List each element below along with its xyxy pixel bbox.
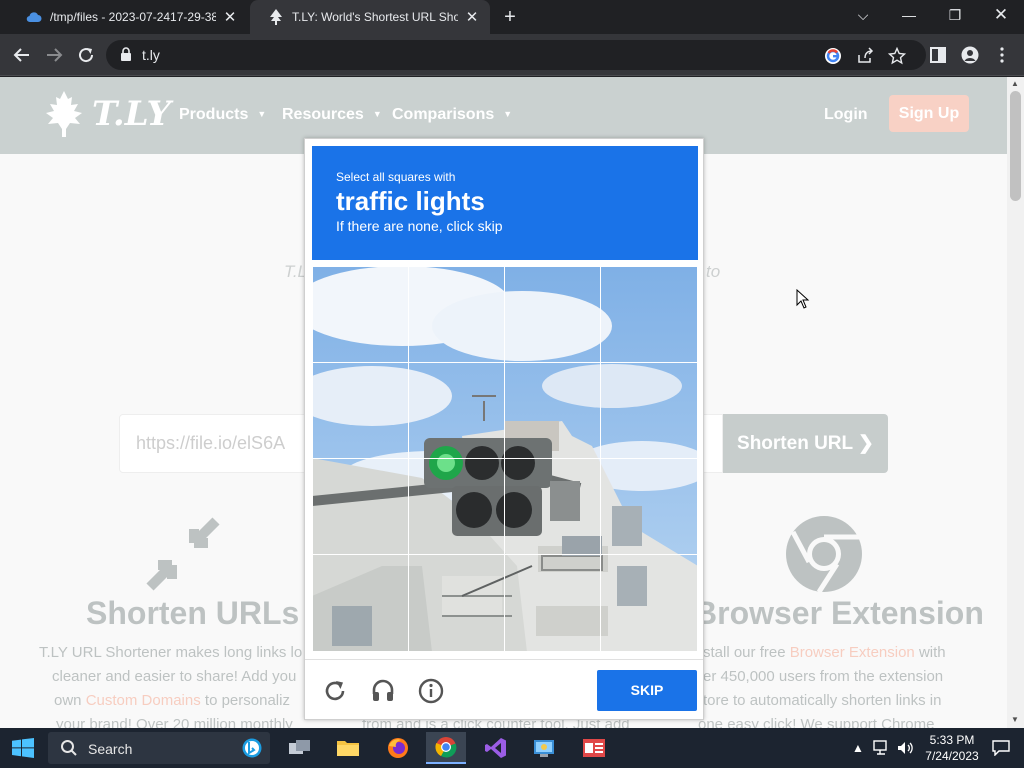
info-icon[interactable]	[417, 677, 445, 705]
lock-icon[interactable]	[120, 47, 132, 66]
captcha-tile[interactable]	[600, 458, 698, 555]
captcha-footer: SKIP	[305, 659, 703, 719]
share-icon[interactable]	[856, 47, 874, 65]
clock-date: 7/24/2023	[925, 749, 979, 763]
captcha-tile[interactable]	[504, 362, 601, 459]
captcha-tile[interactable]	[504, 266, 601, 363]
firefox-icon[interactable]	[378, 732, 418, 764]
volume-icon[interactable]	[896, 728, 916, 768]
chrome-taskbar-icon[interactable]	[426, 732, 466, 764]
back-button[interactable]	[10, 43, 34, 67]
scroll-up-icon[interactable]: ▲	[1011, 79, 1019, 88]
cloud-icon	[26, 9, 42, 25]
menu-kebab-icon[interactable]	[990, 43, 1014, 67]
captcha-instruction: Select all squares with	[336, 170, 456, 184]
restore-button[interactable]: ❐	[932, 0, 978, 30]
news-icon[interactable]	[574, 732, 614, 764]
captcha-tile[interactable]	[504, 458, 601, 555]
minimize-button[interactable]: —	[886, 0, 932, 30]
url-text[interactable]: t.ly	[142, 47, 160, 63]
captcha-tile[interactable]	[408, 458, 505, 555]
search-label: Search	[88, 741, 133, 757]
captcha-challenge: Select all squares with traffic lights I…	[304, 138, 704, 720]
visual-studio-icon[interactable]	[476, 732, 516, 764]
notifications-icon[interactable]	[990, 728, 1012, 768]
google-icon[interactable]	[824, 47, 842, 65]
captcha-tile[interactable]	[408, 554, 505, 652]
taskbar-search[interactable]: Search	[48, 732, 270, 764]
mouse-cursor-icon	[796, 289, 810, 309]
captcha-tile[interactable]	[600, 362, 698, 459]
tab-title: /tmp/files - 2023-07-2417-29-38	[50, 10, 216, 24]
system-clock[interactable]: 5:33 PM 7/24/2023	[918, 732, 986, 764]
new-tab-button[interactable]: +	[498, 5, 522, 29]
captcha-tile[interactable]	[408, 266, 505, 363]
captcha-tile[interactable]	[312, 554, 409, 652]
chevron-down-icon[interactable]: ⌵	[840, 0, 886, 30]
captcha-tile[interactable]	[600, 554, 698, 652]
page-scrollbar[interactable]: ▲ ▼	[1007, 77, 1024, 728]
tab-files[interactable]: /tmp/files - 2023-07-2417-29-38 ✕	[8, 0, 248, 34]
clock-time: 5:33 PM	[929, 733, 975, 747]
profile-icon[interactable]	[958, 43, 982, 67]
tray-chevron-up-icon[interactable]: ▲	[850, 728, 866, 768]
side-panel-icon[interactable]	[926, 43, 950, 67]
search-icon	[61, 740, 77, 756]
bookmark-star-icon[interactable]	[888, 47, 906, 65]
forward-button[interactable]	[42, 43, 66, 67]
scroll-down-icon[interactable]: ▼	[1011, 715, 1019, 724]
folder-icon[interactable]	[328, 732, 368, 764]
captcha-tile[interactable]	[312, 362, 409, 459]
tree-icon	[268, 9, 284, 25]
captcha-hint: If there are none, click skip	[336, 218, 503, 234]
captcha-tile[interactable]	[312, 266, 409, 363]
skip-button[interactable]: SKIP	[597, 670, 697, 711]
tab-title: T.LY: World's Shortest URL Shortener	[292, 10, 458, 24]
windows-taskbar: Search ▲ 5:33 PM 7/24/2023	[0, 728, 1024, 768]
control-panel-icon[interactable]	[524, 732, 564, 764]
reload-challenge-icon[interactable]	[321, 677, 349, 705]
tab-strip: /tmp/files - 2023-07-2417-29-38 ✕ T.LY: …	[0, 0, 1024, 34]
captcha-tile[interactable]	[600, 266, 698, 363]
audio-challenge-icon[interactable]	[369, 677, 397, 705]
close-window-button[interactable]: ✕	[978, 0, 1024, 30]
windows-start-icon[interactable]	[12, 738, 34, 763]
task-view-icon[interactable]	[280, 732, 320, 764]
captcha-tile[interactable]	[312, 458, 409, 555]
captcha-tile[interactable]	[408, 362, 505, 459]
tab-tly[interactable]: T.LY: World's Shortest URL Shortener ✕	[250, 0, 490, 34]
captcha-image	[312, 266, 698, 652]
captcha-target: traffic lights	[336, 186, 485, 216]
network-icon[interactable]	[872, 728, 892, 768]
reload-button[interactable]	[74, 43, 98, 67]
screen: /tmp/files - 2023-07-2417-29-38 ✕ T.LY: …	[0, 0, 1024, 768]
close-tab-icon[interactable]: ✕	[464, 8, 480, 26]
scrollbar-thumb[interactable]	[1010, 91, 1021, 201]
browser-toolbar: t.ly	[0, 34, 1024, 76]
bing-icon[interactable]	[242, 738, 262, 758]
address-bar[interactable]: t.ly	[106, 40, 926, 70]
captcha-tile[interactable]	[504, 554, 601, 652]
close-tab-icon[interactable]: ✕	[222, 8, 238, 26]
captcha-header: Select all squares with traffic lights I…	[312, 146, 698, 260]
